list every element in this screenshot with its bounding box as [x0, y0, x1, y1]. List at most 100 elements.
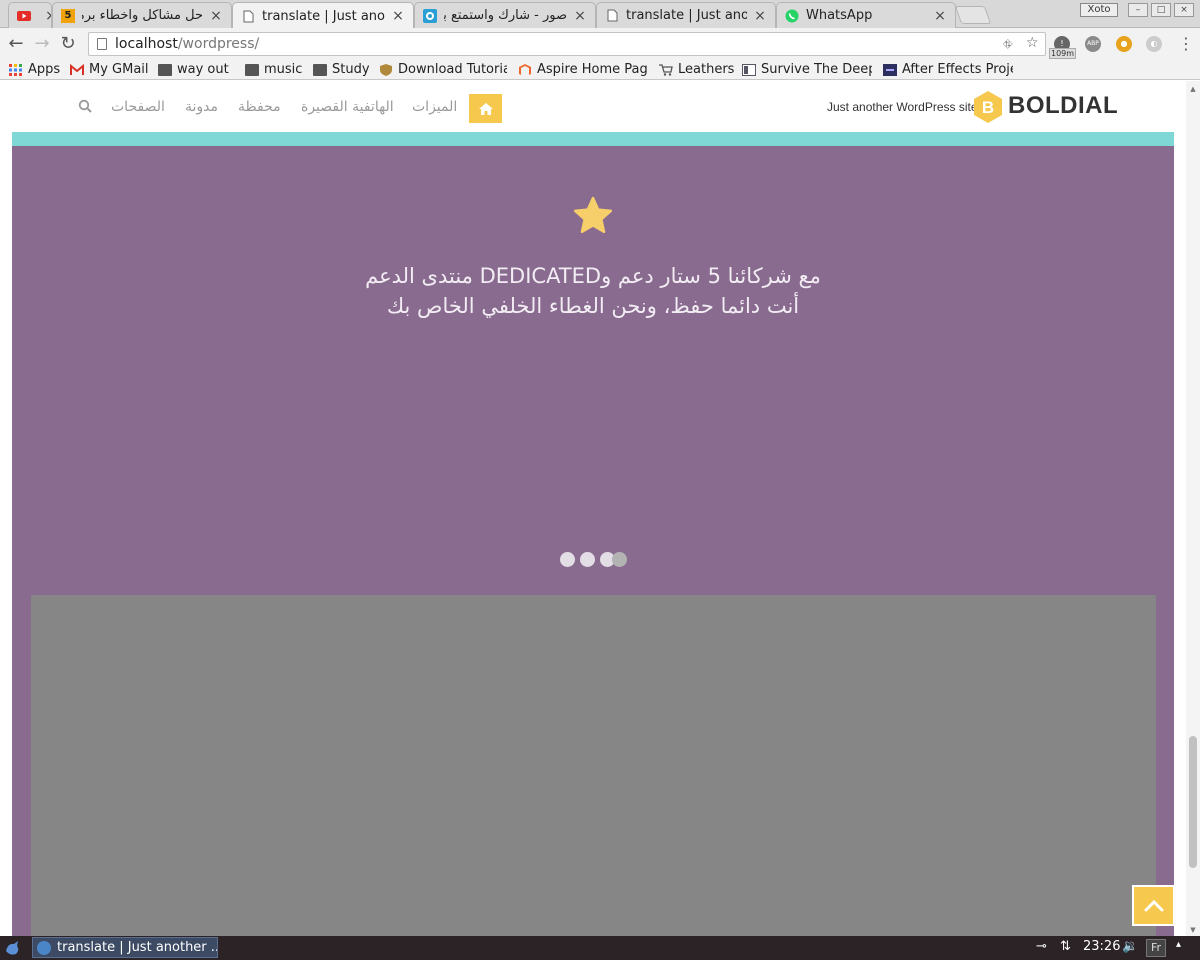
quote-line-2: أنت دائما حفظ، ونحن الغطاء الخلفي الخاص …: [386, 294, 800, 318]
close-icon[interactable]: ×: [209, 8, 223, 24]
back-arrow-icon[interactable]: ←: [6, 34, 26, 54]
nav-item-portfolio[interactable]: محفظة: [238, 99, 281, 115]
nav-item-pages[interactable]: الصفحات: [111, 99, 165, 115]
browser-toolbar: ← → ↻ localhost/wordpress/ ⛗ ☆ ! 109m AB…: [0, 28, 1200, 60]
tab-title: حل مشاكل واخطاء برمجة: [82, 8, 203, 23]
logo-letter: B: [982, 98, 994, 117]
close-icon[interactable]: ×: [573, 8, 587, 24]
os-taskbar: translate | Just another ... ⊸ ⇅ 23:26 🔉…: [0, 936, 1200, 960]
keyboard-layout[interactable]: Fr: [1146, 939, 1166, 957]
maximize-button[interactable]: □: [1151, 3, 1171, 17]
bookmark-aspire[interactable]: Aspire Home Page: [518, 61, 648, 79]
media-placeholder: [31, 595, 1156, 936]
bookmark-survive-the-deep[interactable]: Survive The Deep: [742, 61, 872, 79]
slider-dot-active[interactable]: [612, 552, 627, 567]
extension-gray-icon[interactable]: ◐: [1146, 36, 1162, 52]
folder-icon: [245, 64, 259, 76]
menu-icon[interactable]: ⋮: [1176, 34, 1196, 54]
star-icon: [573, 196, 613, 234]
page-scrollbar[interactable]: ▲ ▼: [1186, 81, 1200, 936]
quote-line-1: مع شركائنا 5 ستار دعم وDEDICATED منتدى ا…: [365, 264, 821, 288]
testimonial-section: مع شركائنا 5 ستار دعم وDEDICATED منتدى ا…: [12, 146, 1174, 936]
chrome-icon: [37, 940, 51, 955]
tab-html5[interactable]: 5 حل مشاكل واخطاء برمجة ×: [52, 2, 232, 28]
forward-arrow-icon[interactable]: →: [32, 34, 52, 54]
close-icon[interactable]: ×: [391, 8, 405, 24]
magento-icon: [518, 64, 532, 76]
home-icon: [478, 102, 493, 115]
bookmark-label: My GMail: [89, 62, 149, 77]
address-bar[interactable]: localhost/wordpress/ ⛗ ☆: [88, 32, 1046, 56]
close-icon[interactable]: ×: [933, 8, 947, 24]
bookmark-download-tutorial[interactable]: Download Tutorial: [379, 61, 507, 79]
site-header: الصفحات مدونة محفظة الهاتفية القصيرة الم…: [12, 81, 1174, 132]
bookmark-music[interactable]: music: [245, 61, 302, 79]
folder-icon: [158, 64, 172, 76]
bookmarks-bar: Apps My GMail way out music Study Downlo…: [0, 60, 1200, 80]
nav-item-shortcodes[interactable]: الهاتفية القصيرة: [301, 99, 394, 115]
page-icon: [241, 9, 255, 23]
bookmark-leathers[interactable]: Leathers: [659, 61, 734, 79]
ae-icon: [883, 64, 897, 76]
power-icon[interactable]: ⊸: [1036, 939, 1047, 954]
nav-item-blog[interactable]: مدونة: [185, 99, 218, 115]
bookmark-label: Survive The Deep: [761, 62, 872, 77]
profile-badge[interactable]: Xoto: [1080, 3, 1118, 17]
slider-dot[interactable]: [580, 552, 595, 567]
scroll-thumb[interactable]: [1189, 736, 1197, 868]
reload-icon[interactable]: ↻: [58, 34, 78, 54]
tab-whatsapp[interactable]: WhatsApp ×: [776, 2, 956, 28]
tab-photos[interactable]: صور - شارك واستمتع با ×: [414, 2, 596, 28]
bookmark-star-icon[interactable]: ☆: [1026, 32, 1039, 54]
nav-item-features[interactable]: الميزات: [412, 99, 457, 115]
tab-translate[interactable]: translate | Just anoth ×: [596, 2, 776, 28]
folder-icon: [313, 64, 327, 76]
testimonial-quote: مع شركائنا 5 ستار دعم وDEDICATED منتدى ا…: [212, 261, 974, 321]
site-logo-text[interactable]: BOLDIAL: [1008, 92, 1118, 120]
logo-hexagon-icon[interactable]: B: [972, 90, 1004, 124]
gmail-icon: [70, 63, 84, 76]
page-info-icon[interactable]: [97, 38, 107, 50]
slider-pagination: [560, 552, 632, 568]
bookmark-study[interactable]: Study: [313, 61, 370, 79]
page-viewport: الصفحات مدونة محفظة الهاتفية القصيرة الم…: [0, 81, 1200, 936]
adblock-icon[interactable]: ABP: [1085, 36, 1101, 52]
tab-title: WhatsApp: [806, 8, 873, 23]
slider-dot[interactable]: [560, 552, 575, 567]
extension-cookie-icon[interactable]: ●: [1116, 36, 1132, 52]
bookmark-gmail[interactable]: My GMail: [70, 61, 149, 79]
home-button[interactable]: [469, 94, 502, 123]
taskbar-window-button[interactable]: translate | Just another ...: [32, 937, 218, 958]
header-accent-stripe: [12, 132, 1174, 146]
search-icon[interactable]: [78, 99, 92, 113]
tab-youtube[interactable]: ×: [8, 2, 52, 28]
clock[interactable]: 23:26: [1083, 939, 1120, 954]
cart-icon: [659, 64, 673, 76]
photos-icon: [423, 8, 437, 23]
new-tab-button[interactable]: [954, 6, 992, 24]
bookmark-apps[interactable]: Apps: [9, 61, 60, 79]
window-close-button[interactable]: ×: [1174, 3, 1194, 17]
close-icon[interactable]: ×: [44, 8, 51, 24]
volume-icon[interactable]: 🔉: [1122, 939, 1138, 954]
url-path: /wordpress/: [177, 36, 260, 52]
apps-grid-icon: [9, 64, 23, 76]
scroll-up-arrow-icon[interactable]: ▲: [1188, 85, 1198, 93]
minimize-button[interactable]: –: [1128, 3, 1148, 17]
translate-icon[interactable]: ⛗: [1003, 33, 1013, 55]
chevron-up-icon: [1144, 899, 1163, 911]
tray-expand-icon[interactable]: ▴: [1176, 939, 1181, 950]
bookmark-after-effects[interactable]: After Effects Proje: [883, 61, 1013, 79]
url-host: localhost: [115, 36, 178, 52]
bookmark-way-out[interactable]: way out: [158, 61, 229, 79]
tab-translate-active[interactable]: translate | Just anoth ×: [232, 2, 414, 29]
tab-title: translate | Just anoth: [262, 8, 385, 24]
scroll-down-arrow-icon[interactable]: ▼: [1188, 926, 1198, 934]
start-menu-icon[interactable]: [4, 939, 22, 957]
network-icon[interactable]: ⇅: [1060, 939, 1071, 954]
bookmark-label: Study: [332, 62, 370, 77]
close-icon[interactable]: ×: [753, 8, 767, 24]
bookmark-label: Leathers: [678, 62, 735, 77]
back-to-top-button[interactable]: [1132, 885, 1175, 926]
site-tagline: Just another WordPress site: [827, 100, 978, 114]
